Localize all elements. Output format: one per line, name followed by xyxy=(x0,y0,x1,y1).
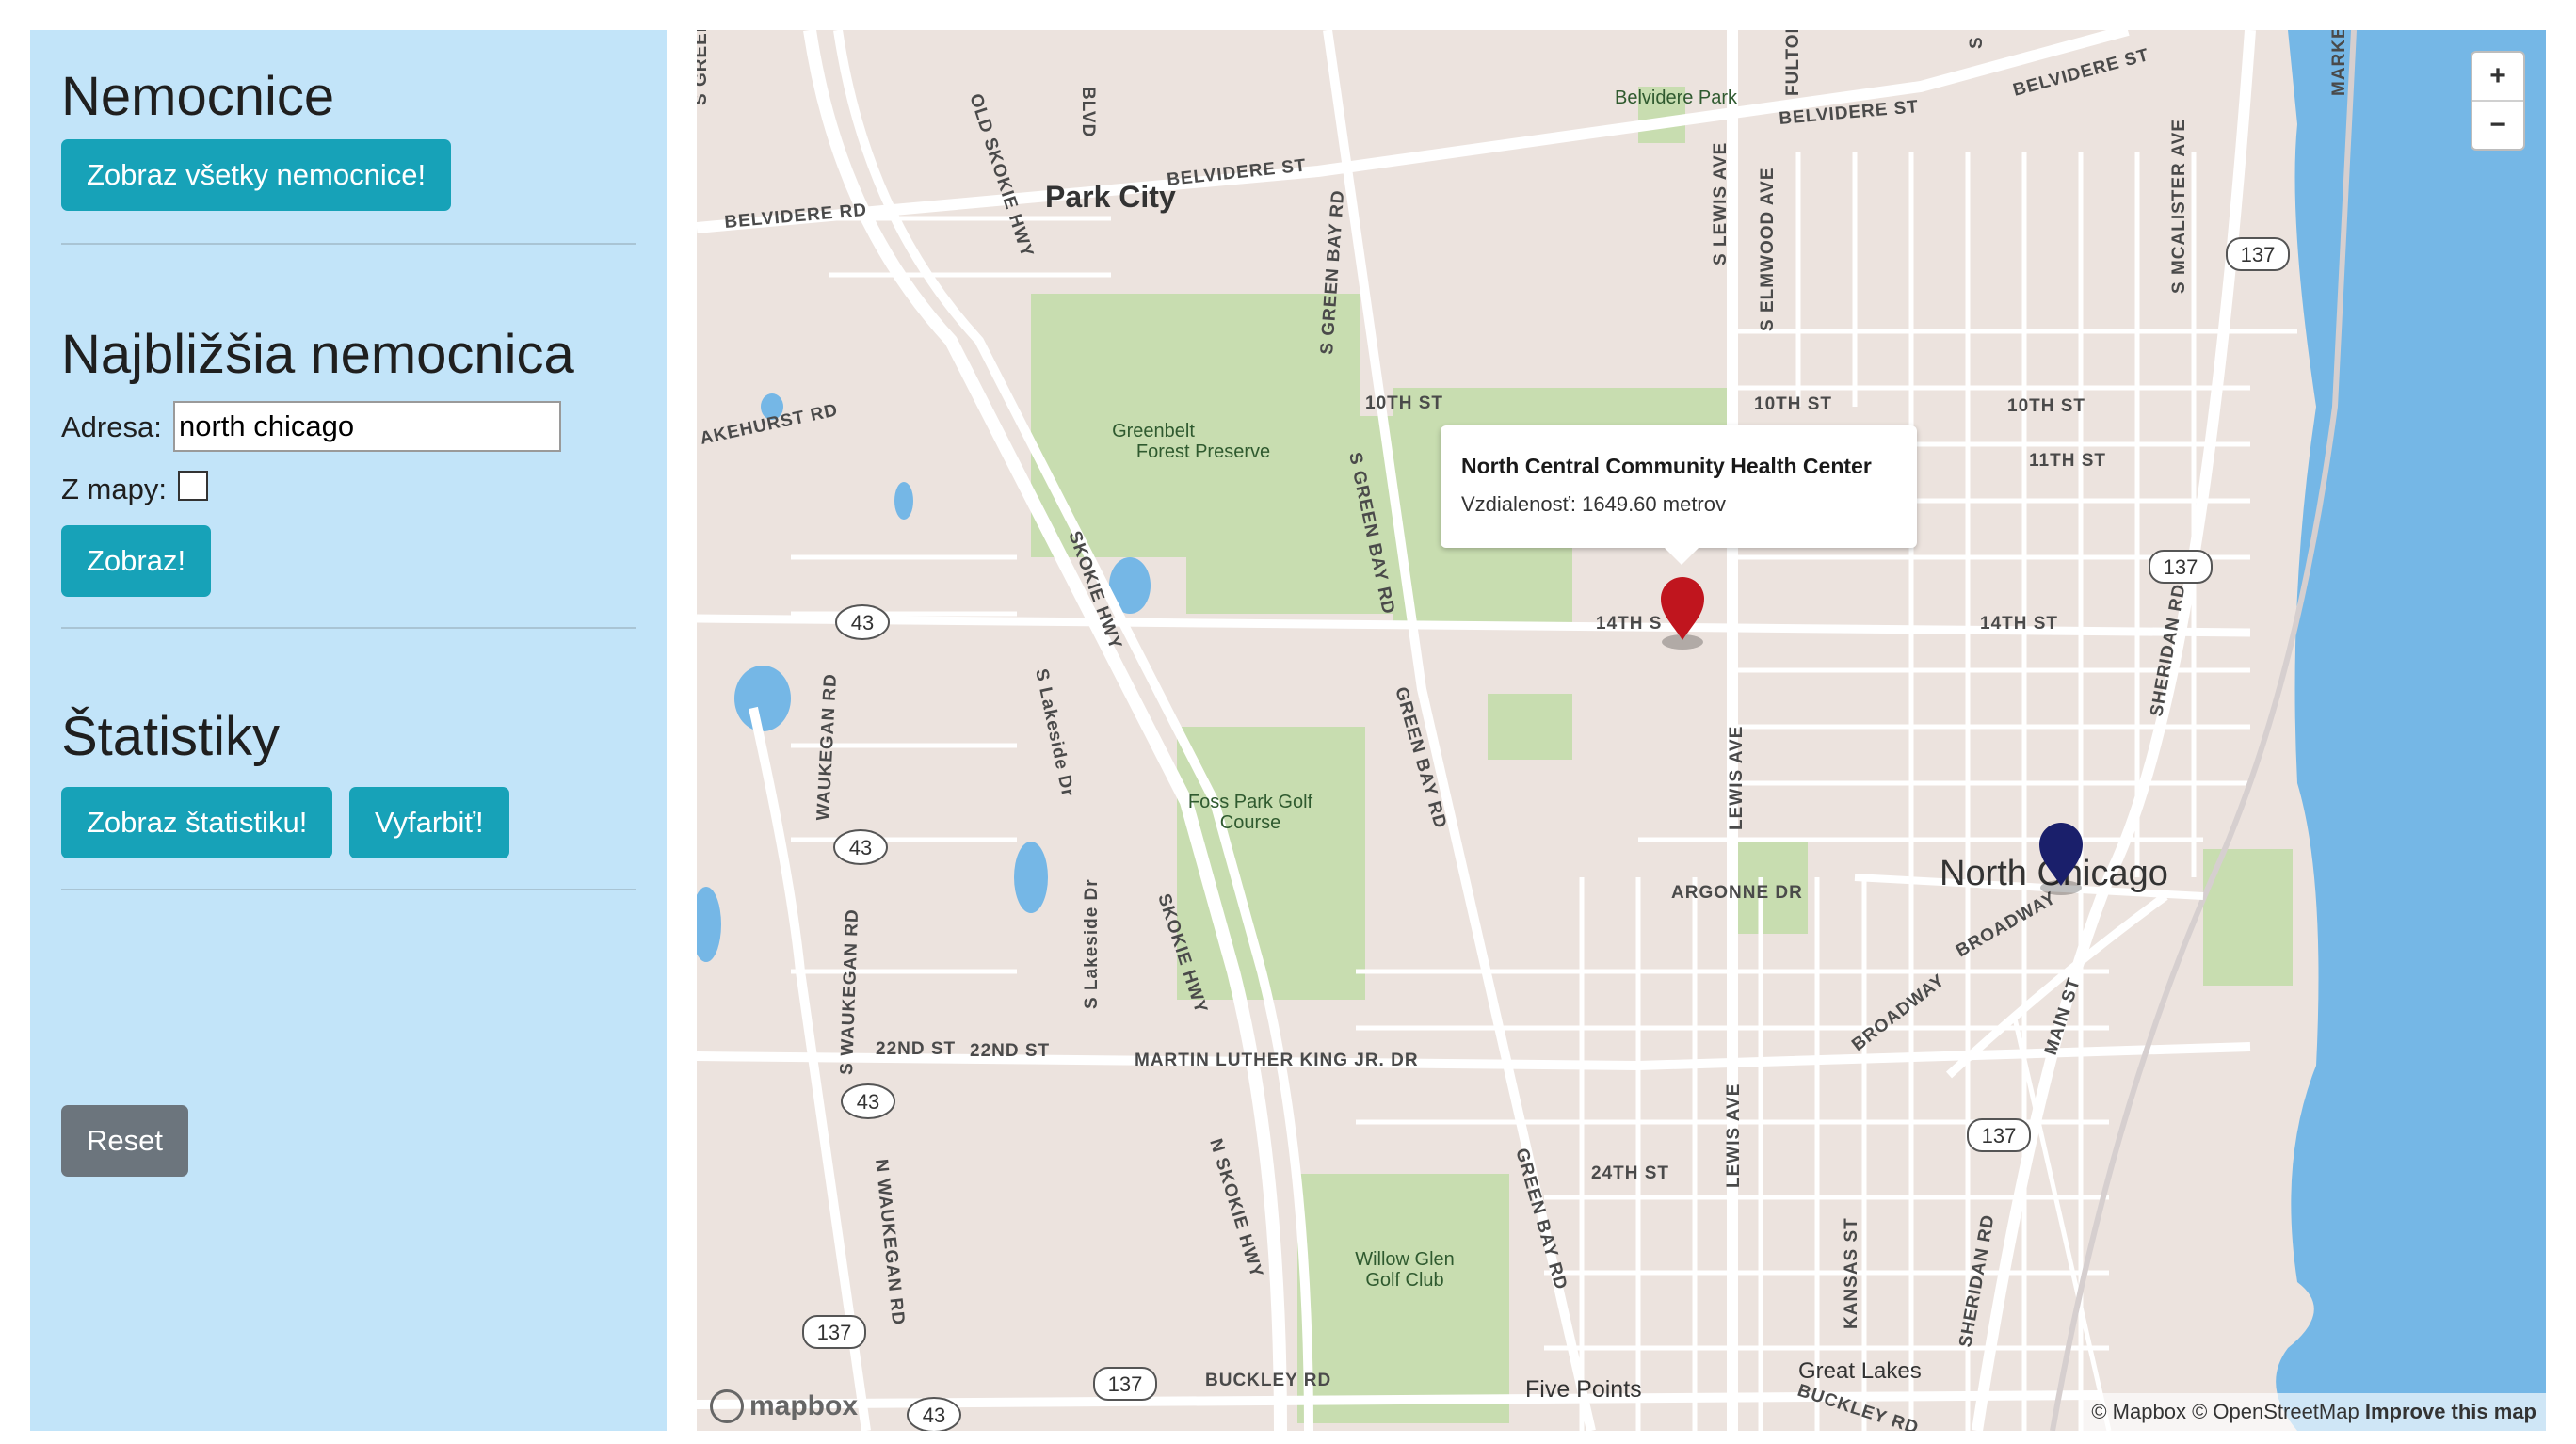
label-11th-st: 11TH ST xyxy=(2029,451,2106,471)
label-10th-st: 10TH ST xyxy=(1365,393,1443,413)
label-kansas-st: KANSAS ST xyxy=(1842,1217,1861,1329)
address-input[interactable] xyxy=(173,401,561,452)
hospital-popup: North Central Community Health Center Vz… xyxy=(1441,425,1917,565)
attribution-osm-link[interactable]: © OpenStreetMap xyxy=(2192,1400,2359,1423)
label-sheridan-rd: SHERIDAN RD xyxy=(2147,582,2190,717)
popup-distance-label: Vzdialenosť: xyxy=(1461,492,1576,516)
sidebar: Nemocnice Zobraz všetky nemocnice! Najbl… xyxy=(30,30,667,1431)
color-button[interactable]: Vyfarbiť! xyxy=(349,787,509,858)
label-24th-st: 24TH ST xyxy=(1591,1163,1669,1183)
pond xyxy=(734,666,791,731)
park-area xyxy=(1488,694,1572,760)
label-golf-club: Golf Club xyxy=(1365,1270,1443,1291)
label-green-bay-rd: GREEN BAY RD xyxy=(1511,1147,1570,1292)
pond xyxy=(1014,842,1048,913)
label-s-elmwood-ave: S ELMWOOD AVE xyxy=(1758,168,1778,332)
label-lewis-ave: LEWIS AVE xyxy=(1727,726,1747,830)
show-all-hospitals-button[interactable]: Zobraz všetky nemocnice! xyxy=(61,139,452,211)
label-marke: MARKE xyxy=(2329,30,2349,96)
label-s-mcalister-ave: S MCALISTER AVE xyxy=(2169,119,2189,294)
zoom-in-button[interactable]: + xyxy=(2472,53,2523,100)
map-canvas: Park City North Chicago Five Points Grea… xyxy=(697,30,2546,1431)
label-course: Course xyxy=(1220,812,1280,833)
svg-text:137: 137 xyxy=(1108,1372,1143,1396)
pond xyxy=(697,887,721,962)
label-s-lewis-ave: S LEWIS AVE xyxy=(1711,142,1731,265)
map[interactable]: Park City North Chicago Five Points Grea… xyxy=(697,30,2546,1431)
label-great-lakes: Great Lakes xyxy=(1798,1358,1922,1384)
label-fulton: FULTON xyxy=(1783,30,1803,96)
address-label: Adresa: xyxy=(61,410,162,443)
label-belvidere-rd: BELVIDERE RD xyxy=(724,201,868,233)
label-s: S xyxy=(1967,36,1987,49)
label-forest-preserve: Forest Preserve xyxy=(1136,441,1270,462)
svg-text:137: 137 xyxy=(817,1321,852,1344)
label-s-waukegan-rd: S WAUKEGAN RD xyxy=(837,908,862,1075)
zoom-out-button[interactable]: − xyxy=(2472,100,2523,149)
label-s-lakeside-dr: S Lakeside Dr xyxy=(1082,878,1102,1009)
zoom-control: + − xyxy=(2471,51,2525,151)
popup-title: North Central Community Health Center xyxy=(1461,454,1872,478)
svg-text:43: 43 xyxy=(857,1090,879,1114)
mapbox-logo-icon xyxy=(710,1389,744,1423)
label-park-city: Park City xyxy=(1045,180,1176,214)
label-old-skokie-hwy: OLD SKOKIE HWY xyxy=(965,91,1037,260)
label-five-points: Five Points xyxy=(1525,1376,1642,1403)
from-map-label: Z mapy: xyxy=(61,473,167,505)
label-22nd-st: 22ND ST xyxy=(876,1039,956,1059)
label-s-lakeside-dr: S Lakeside Dr xyxy=(1031,667,1077,799)
divider xyxy=(61,627,636,629)
svg-text:43: 43 xyxy=(851,611,874,634)
label-lewis-ave: LEWIS AVE xyxy=(1724,1083,1744,1188)
label-10th-st: 10TH ST xyxy=(2007,396,2085,416)
label-greenbelt: Greenbelt xyxy=(1112,421,1195,441)
label-10th-st: 10TH ST xyxy=(1754,394,1832,414)
label-foss-park: Foss Park Golf xyxy=(1188,792,1313,812)
label-waukegan-rd: WAUKEGAN RD xyxy=(813,673,841,822)
from-map-checkbox[interactable] xyxy=(178,471,208,501)
pond xyxy=(894,482,913,520)
label-mlk-dr: MARTIN LUTHER KING JR. DR xyxy=(1135,1051,1419,1070)
svg-text:43: 43 xyxy=(923,1404,945,1427)
label-14th-st: 14TH ST xyxy=(1980,614,2058,634)
svg-text:137: 137 xyxy=(2241,243,2276,266)
attribution-mapbox-link[interactable]: © Mapbox xyxy=(2091,1400,2186,1423)
label-22nd-st: 22ND ST xyxy=(970,1041,1050,1061)
label-buckley-rd: BUCKLEY RD xyxy=(1205,1371,1331,1390)
svg-text:137: 137 xyxy=(2164,555,2198,579)
map-attribution: © Mapbox © OpenStreetMap Improve this ma… xyxy=(2082,1393,2546,1431)
show-nearest-button[interactable]: Zobraz! xyxy=(61,525,212,597)
label-buckley-rd: BUCKLEY RD xyxy=(1795,1381,1921,1431)
popup-distance-value: 1649.60 metrov xyxy=(1582,492,1726,516)
svg-text:137: 137 xyxy=(1982,1124,2017,1147)
mapbox-logo[interactable]: mapbox xyxy=(710,1389,858,1423)
divider xyxy=(61,243,636,245)
reset-button[interactable]: Reset xyxy=(61,1105,188,1177)
mapbox-logo-text: mapbox xyxy=(749,1390,859,1421)
improve-map-link[interactable]: Improve this map xyxy=(2365,1400,2536,1423)
divider xyxy=(61,889,636,890)
label-n-skokie-hwy: N SKOKIE HWY xyxy=(1205,1136,1266,1280)
label-14th-st: 14TH S xyxy=(1596,614,1662,634)
statistics-title: Štatistiky xyxy=(61,706,281,767)
nearest-hospital-title: Najbližšia nemocnica xyxy=(61,324,574,385)
label-willow-glen: Willow Glen xyxy=(1355,1249,1455,1270)
svg-text:43: 43 xyxy=(849,836,872,859)
label-s-green: S GREEN xyxy=(697,30,711,105)
lake-michigan xyxy=(2276,30,2546,1431)
label-belvidere-st: BELVIDERE ST xyxy=(1166,156,1307,190)
show-statistics-button[interactable]: Zobraz štatistiku! xyxy=(61,787,333,858)
label-blvd: BLVD xyxy=(1078,87,1098,137)
label-n-waukegan-rd: N WAUKEGAN RD xyxy=(871,1158,908,1326)
hospitals-title: Nemocnice xyxy=(61,66,335,127)
label-belvidere-park: Belvidere Park xyxy=(1615,88,1738,108)
popup-distance: Vzdialenosť: 1649.60 metrov xyxy=(1461,492,1896,517)
label-argonne-dr: ARGONNE DR xyxy=(1671,883,1803,903)
